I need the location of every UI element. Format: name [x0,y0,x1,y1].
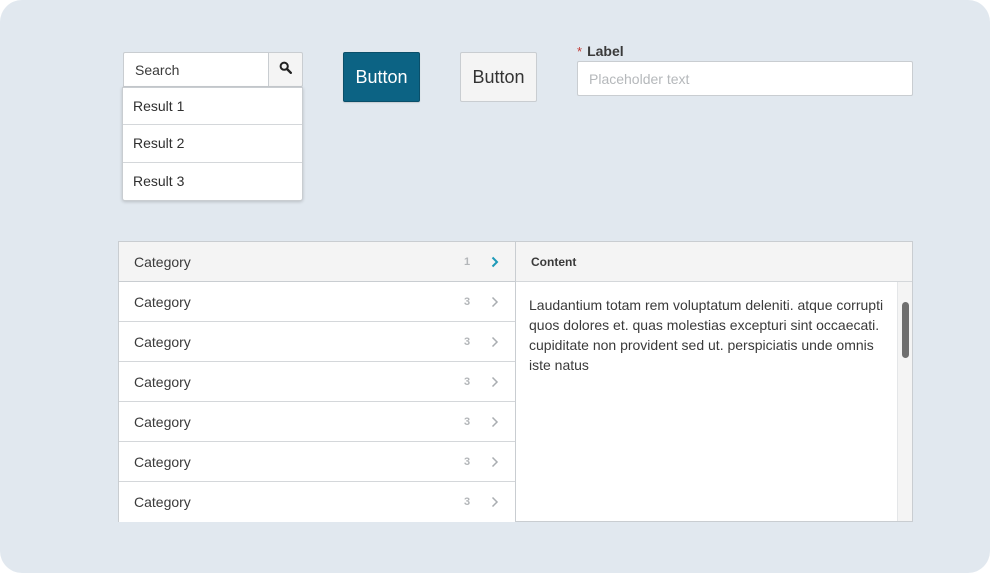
chevron-right-icon [491,376,499,388]
chevron-right-icon [491,256,499,268]
chevron-right-icon [491,296,499,308]
category-label: Category [134,374,191,390]
category-count: 3 [464,416,471,428]
chevron-right-icon [491,416,499,428]
search-input[interactable] [123,52,268,87]
category-label: Category [134,294,191,310]
category-label: Category [134,494,191,510]
category-label: Category [134,334,191,350]
category-item-1[interactable]: Category 1 [119,242,515,282]
category-count: 3 [464,296,471,308]
content-text: Laudantium totam rem voluptatum deleniti… [529,297,884,373]
scrollbar-thumb[interactable] [902,302,909,358]
category-count: 3 [464,456,471,468]
category-item-4[interactable]: Category 3 [119,362,515,402]
category-count: 3 [464,376,471,388]
category-item-2[interactable]: Category 3 [119,282,515,322]
field-label: * Label [577,43,624,59]
search-result-item[interactable]: Result 1 [123,88,302,124]
content-scrollbar[interactable] [897,282,912,521]
content-header: Content [516,242,912,282]
search-results-dropdown: Result 1 Result 2 Result 3 [122,87,303,201]
app-canvas: Result 1 Result 2 Result 3 Button Button… [0,0,990,573]
search-icon [279,61,293,79]
category-list: Category 1 Category 3 Category 3 Categor… [119,242,516,522]
category-item-7[interactable]: Category 3 [119,482,515,522]
category-count: 3 [464,336,471,348]
category-item-5[interactable]: Category 3 [119,402,515,442]
search-result-item[interactable]: Result 3 [123,162,302,200]
category-panel: Category 1 Category 3 Category 3 Categor… [118,241,913,522]
category-count: 3 [464,496,471,508]
category-item-6[interactable]: Category 3 [119,442,515,482]
search-button[interactable] [268,52,303,87]
category-label: Category [134,414,191,430]
field-label-text: Label [587,43,624,59]
secondary-button[interactable]: Button [460,52,537,102]
chevron-right-icon [491,336,499,348]
search-result-item[interactable]: Result 2 [123,124,302,162]
category-item-3[interactable]: Category 3 [119,322,515,362]
primary-button[interactable]: Button [343,52,420,102]
text-field[interactable] [577,61,913,96]
required-indicator: * [577,44,583,59]
category-count: 1 [464,256,471,268]
chevron-right-icon [491,496,499,508]
category-label: Category [134,254,191,270]
category-label: Category [134,454,191,470]
chevron-right-icon [491,456,499,468]
